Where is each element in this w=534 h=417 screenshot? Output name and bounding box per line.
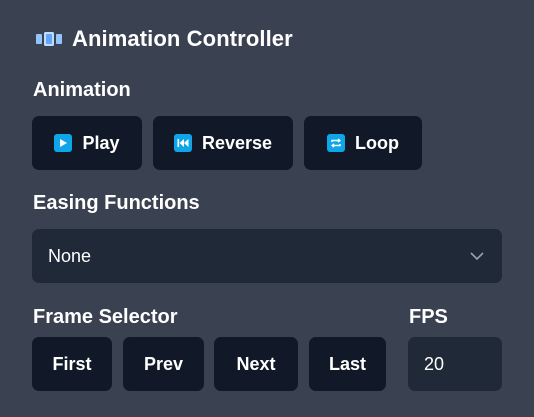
fps-label: FPS	[409, 306, 448, 328]
animation-controller-panel: Animation Controller Animation Play Reve…	[0, 0, 534, 417]
prev-frame-button-label: Prev	[143, 353, 184, 374]
next-frame-button[interactable]: Next	[214, 337, 298, 391]
frame-selector-label: Frame Selector	[33, 306, 178, 328]
page-title: Animation Controller	[72, 26, 293, 51]
chevron-down-icon	[470, 252, 484, 260]
panel-header: Animation Controller	[36, 26, 293, 52]
fps-input[interactable]: 20	[408, 337, 502, 391]
play-button[interactable]: Play	[32, 116, 142, 170]
loop-button-label: Loop	[355, 132, 399, 153]
film-strip-icon	[36, 32, 62, 46]
first-frame-button[interactable]: First	[32, 337, 112, 391]
prev-frame-button[interactable]: Prev	[123, 337, 204, 391]
reverse-button-label: Reverse	[201, 132, 273, 153]
play-icon	[54, 134, 73, 152]
play-button-label: Play	[82, 132, 120, 153]
easing-select[interactable]: None	[32, 229, 502, 283]
animation-section-label: Animation	[33, 79, 131, 101]
last-frame-button[interactable]: Last	[309, 337, 386, 391]
repeat-icon	[327, 134, 345, 152]
easing-selected-value: None	[48, 245, 92, 266]
next-frame-button-label: Next	[236, 353, 276, 374]
loop-button[interactable]: Loop	[304, 116, 422, 170]
reverse-button[interactable]: Reverse	[153, 116, 293, 170]
rewind-icon	[173, 134, 192, 152]
easing-section-label: Easing Functions	[33, 192, 200, 214]
fps-value: 20	[424, 353, 445, 374]
last-frame-button-label: Last	[328, 353, 366, 374]
first-frame-button-label: First	[52, 353, 92, 374]
